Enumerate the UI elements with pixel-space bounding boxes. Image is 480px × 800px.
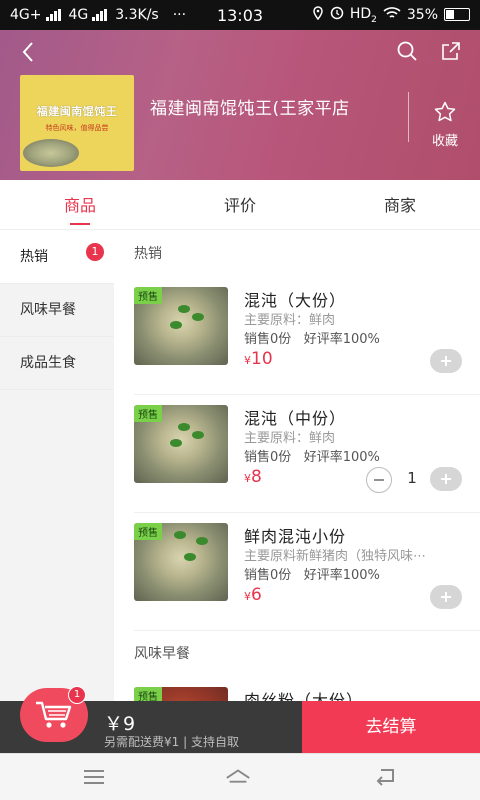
product-stats: 销售0份 好评率100% <box>244 332 380 347</box>
tab-merchant[interactable]: 商家 <box>320 180 480 229</box>
section-title: 热销 <box>134 246 162 262</box>
product-name: 鲜肉混沌小份 <box>244 527 347 546</box>
back-nav-icon[interactable] <box>372 766 400 788</box>
list-item[interactable]: 预售 鲜肉混沌小份 主要原料新鲜猪肉（独特风味⋯ 销售0份 好评率100% ¥6 <box>134 513 480 631</box>
network-label: 4G+ <box>10 7 42 23</box>
share-icon[interactable] <box>438 38 464 64</box>
system-nav-bar <box>0 753 480 800</box>
category-sidebar: 热销 1 风味早餐 成品生食 <box>0 231 114 701</box>
product-name: 混沌（中份） <box>244 409 347 428</box>
more-dots: ··· <box>172 7 187 23</box>
sidebar-item-label: 风味早餐 <box>20 302 76 318</box>
logo-title: 福建闽南馄饨王 <box>36 105 118 118</box>
product-stats: 销售0份 好评率100% <box>244 450 380 465</box>
product-stats: 销售0份 好评率100% <box>244 568 380 583</box>
shop-header: 福建闽南馄饨王 特色风味，值得品尝 福建闽南馄饨王(王家平店 收藏 <box>0 30 480 180</box>
wifi-icon <box>383 6 401 24</box>
alarm-icon <box>330 6 344 24</box>
sidebar-item-breakfast[interactable]: 风味早餐 <box>0 284 114 337</box>
battery-label: 35% <box>406 6 438 23</box>
checkout-button[interactable]: 去结算 <box>302 701 480 753</box>
battery-icon <box>444 8 470 22</box>
sidebar-item-hot[interactable]: 热销 1 <box>0 231 114 284</box>
back-icon[interactable] <box>14 38 42 66</box>
delivery-note: 另需配送费¥1 | 支持自取 <box>104 735 239 749</box>
tab-reviews[interactable]: 评价 <box>160 180 320 229</box>
quantity-value: 1 <box>407 469 417 487</box>
signal-icon <box>92 9 108 21</box>
product-price: ¥6 <box>244 585 262 605</box>
shop-name: 福建闽南馄饨王(王家平店 <box>150 99 350 119</box>
minus-icon <box>374 479 384 481</box>
favorite-button[interactable]: 收藏 <box>422 100 468 149</box>
sidebar-item-raw-food[interactable]: 成品生食 <box>0 337 114 390</box>
cart-icon <box>36 701 72 728</box>
home-icon[interactable] <box>224 766 252 788</box>
product-image: 预售 <box>134 687 228 701</box>
tab-bar: 商品 评价 商家 <box>0 180 480 230</box>
product-image: 预售 <box>134 405 228 483</box>
product-name: 肉丝粉（大份） <box>244 691 364 701</box>
logo-subtitle: 特色风味，值得品尝 <box>45 124 109 132</box>
product-image: 预售 <box>134 287 228 365</box>
plus-icon <box>441 592 451 602</box>
presale-tag: 预售 <box>134 687 162 701</box>
product-image: 预售 <box>134 523 228 601</box>
add-button[interactable] <box>430 349 462 373</box>
hd-label: HD2 <box>349 5 377 25</box>
presale-tag: 预售 <box>134 523 162 540</box>
add-button[interactable] <box>430 585 462 609</box>
signal-icon <box>45 9 61 21</box>
network2-label: 4G <box>68 7 89 23</box>
location-icon <box>312 6 324 24</box>
product-price: ¥10 <box>244 349 273 369</box>
product-desc: 主要原料：鲜肉 <box>244 431 336 446</box>
product-price: ¥8 <box>244 467 262 487</box>
presale-tag: 预售 <box>134 287 162 304</box>
sidebar-badge: 1 <box>86 243 104 261</box>
product-list[interactable]: 热销 预售 混沌（大份） 主要原料：鲜肉 销售0份 好评率100% ¥10 预售… <box>114 231 480 701</box>
list-item[interactable]: 预售 混沌（中份） 主要原料：鲜肉 销售0份 好评率100% ¥8 1 <box>134 395 480 513</box>
sidebar-item-label: 成品生食 <box>20 355 76 371</box>
product-desc: 主要原料新鲜猪肉（独特风味⋯ <box>244 549 427 564</box>
star-icon <box>434 101 456 122</box>
section-title: 风味早餐 <box>134 646 190 662</box>
product-name: 混沌（大份） <box>244 291 347 310</box>
list-item[interactable]: 预售 肉丝粉（大份） <box>134 677 480 701</box>
tab-products[interactable]: 商品 <box>0 180 160 229</box>
add-button[interactable] <box>430 467 462 491</box>
remove-button[interactable] <box>366 467 392 493</box>
speed-label: 3.3K/s <box>115 7 159 23</box>
logo-bowl-image <box>23 139 79 167</box>
product-desc: 主要原料：鲜肉 <box>244 313 336 328</box>
menu-icon[interactable] <box>80 766 108 788</box>
plus-icon <box>441 474 451 484</box>
plus-icon <box>441 356 451 366</box>
cart-badge: 1 <box>68 686 86 704</box>
status-bar: 4G+ 4G 3.3K/s ··· 13:03 HD2 35% <box>0 0 480 30</box>
sidebar-item-label: 热销 <box>20 249 48 265</box>
header-divider <box>408 92 409 142</box>
presale-tag: 预售 <box>134 405 162 422</box>
list-item[interactable]: 预售 混沌（大份） 主要原料：鲜肉 销售0份 好评率100% ¥10 <box>134 277 480 395</box>
favorite-label: 收藏 <box>431 134 458 149</box>
cart-total: ￥9 <box>104 713 136 735</box>
search-icon[interactable] <box>394 38 420 64</box>
shop-logo: 福建闽南馄饨王 特色风味，值得品尝 <box>20 75 134 171</box>
